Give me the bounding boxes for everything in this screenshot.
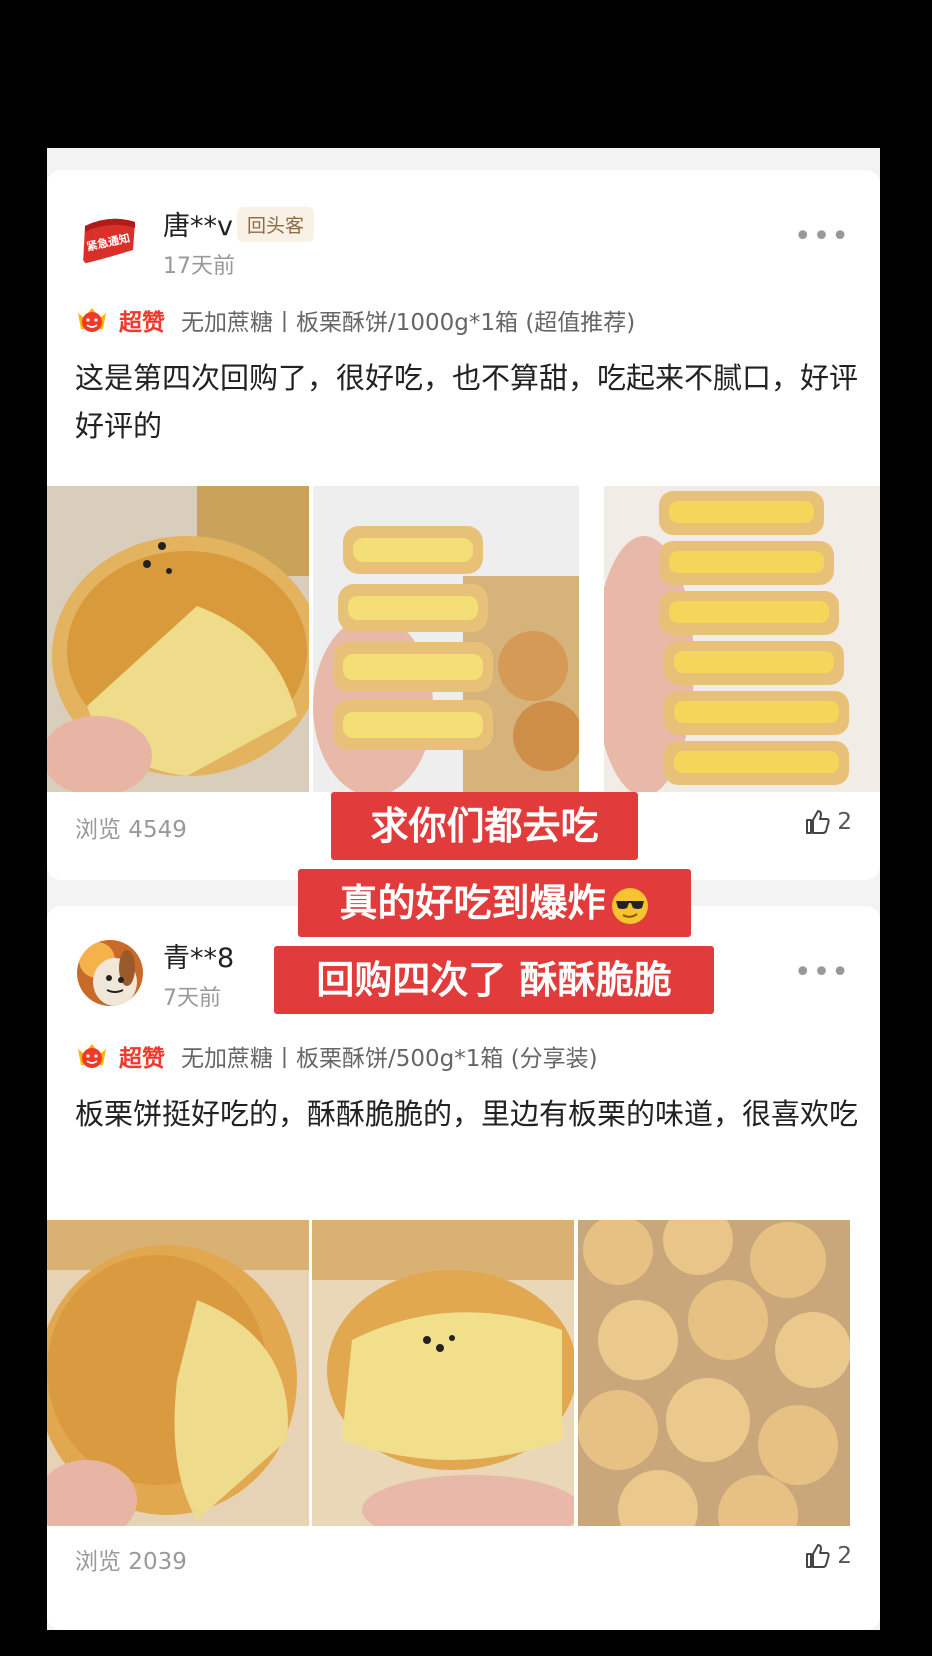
review-text: 板栗饼挺好吃的，酥酥脆脆的，里边有板栗的味道，很喜欢吃 <box>75 1097 859 1131</box>
crown-face-icon <box>78 308 106 332</box>
photo-grid <box>47 486 880 792</box>
review-photo[interactable] <box>312 1220 574 1526</box>
view-count: 浏览 2039 <box>75 1549 187 1575</box>
review-photo[interactable] <box>47 1220 309 1526</box>
username[interactable]: 青**8 <box>163 936 234 975</box>
more-horizontal-icon[interactable]: ••• <box>794 958 850 988</box>
review-photo[interactable] <box>604 486 880 792</box>
thumbs-up-icon <box>806 810 830 834</box>
rating-label: 超赞 <box>119 1046 165 1072</box>
like-count: 2 <box>837 1543 852 1569</box>
thumbs-up-icon <box>806 1544 830 1568</box>
rating-label: 超赞 <box>119 310 165 336</box>
like-button[interactable]: 2 <box>803 1542 852 1570</box>
avatar-character-icon <box>77 940 143 1006</box>
avatar-logo-icon: 紧急通知 <box>77 208 143 274</box>
user-avatar[interactable] <box>77 940 143 1006</box>
like-button[interactable]: 2 <box>803 808 852 836</box>
product-variant: 无加蔗糖丨板栗酥饼/1000g*1箱 (超值推荐) <box>181 310 636 336</box>
crown-face-icon <box>78 1044 106 1068</box>
rating-line: 超赞 无加蔗糖丨板栗酥饼/1000g*1箱 (超值推荐) <box>75 300 635 340</box>
repeat-buyer-badge: 回头客 <box>237 207 315 242</box>
photo-grid <box>47 1220 880 1526</box>
review-card: 紧急通知 唐**v 回头客 17天前 ••• 超赞 无加蔗糖丨板栗酥饼/1000… <box>47 170 880 880</box>
review-card: 青**8 7天前 ••• 超赞 无加蔗糖丨板栗酥饼/500g*1箱 (分享装) … <box>47 906 880 1630</box>
product-variant: 无加蔗糖丨板栗酥饼/500g*1箱 (分享装) <box>181 1046 598 1072</box>
overlay-caption: 真的好吃到爆炸 <box>298 869 691 937</box>
view-count: 浏览 4549 <box>75 817 187 843</box>
post-time: 17天前 <box>163 254 235 279</box>
sunglasses-emoji-icon <box>611 887 648 924</box>
post-time: 7天前 <box>163 986 221 1011</box>
user-avatar[interactable]: 紧急通知 <box>77 208 143 274</box>
rating-line: 超赞 无加蔗糖丨板栗酥饼/500g*1箱 (分享装) <box>75 1036 598 1076</box>
review-photo[interactable] <box>578 1220 850 1526</box>
overlay-caption: 回购四次了 酥酥脆脆 <box>274 946 714 1014</box>
username[interactable]: 唐**v <box>163 204 233 243</box>
more-horizontal-icon[interactable]: ••• <box>794 222 850 252</box>
review-text: 这是第四次回购了，很好吃，也不算甜，吃起来不腻口，好评好评的 <box>75 361 859 443</box>
like-count: 2 <box>837 809 852 835</box>
review-photo[interactable] <box>47 486 309 792</box>
review-photo[interactable] <box>313 486 579 792</box>
overlay-caption-text: 真的好吃到爆炸 <box>339 881 606 925</box>
overlay-caption: 求你们都去吃 <box>331 792 638 860</box>
